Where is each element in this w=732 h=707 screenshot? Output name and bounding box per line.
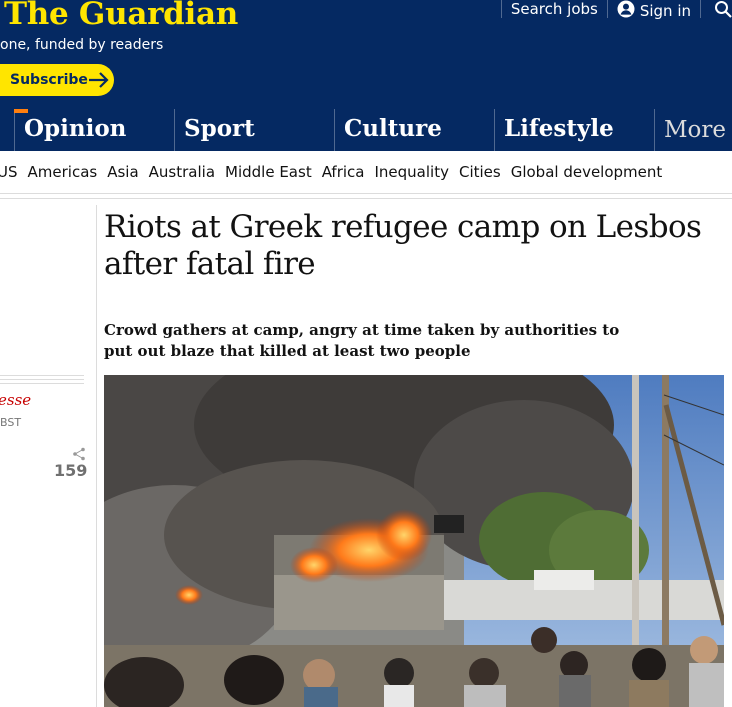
subscribe-label: Subscribe bbox=[10, 72, 88, 88]
search-jobs-link[interactable]: Search jobs bbox=[511, 0, 598, 18]
byline-author[interactable]: esse bbox=[0, 391, 31, 409]
sign-in-link[interactable]: Sign in bbox=[617, 0, 691, 22]
pillar-sport[interactable]: Sport bbox=[174, 109, 334, 151]
subnav: US Americas Asia Australia Middle East A… bbox=[0, 151, 732, 194]
article-headline: Riots at Greek refugee camp on Lesbos af… bbox=[104, 209, 702, 282]
timestamp: BST bbox=[0, 416, 22, 429]
top-links: Search jobs Sign in bbox=[492, 0, 732, 20]
divider bbox=[606, 0, 608, 18]
subnav-cities[interactable]: Cities bbox=[459, 163, 501, 181]
divider bbox=[0, 383, 84, 384]
subnav-global-development[interactable]: Global development bbox=[511, 163, 663, 181]
sign-in-label: Sign in bbox=[639, 2, 691, 20]
subnav-us[interactable]: US bbox=[0, 163, 18, 181]
subnav-australia[interactable]: Australia bbox=[149, 163, 215, 181]
article-standfirst: Crowd gathers at camp, angry at time tak… bbox=[104, 321, 620, 360]
pillar-lifestyle[interactable]: Lifestyle bbox=[494, 109, 654, 151]
subscribe-button[interactable]: Subscribe bbox=[0, 64, 114, 96]
search-jobs-label: Search jobs bbox=[510, 0, 598, 18]
account-icon bbox=[617, 0, 635, 22]
search-icon bbox=[714, 0, 732, 22]
divider bbox=[500, 0, 502, 18]
subnav-americas[interactable]: Americas bbox=[28, 163, 98, 181]
more-label: More bbox=[664, 117, 727, 143]
divider bbox=[700, 0, 701, 18]
article-main-image[interactable] bbox=[104, 375, 724, 707]
divider bbox=[0, 375, 84, 376]
share-count: 159 bbox=[54, 461, 88, 480]
search-button[interactable] bbox=[714, 0, 732, 22]
pillar-culture[interactable]: Culture bbox=[334, 109, 494, 151]
tagline: one, funded by readers bbox=[0, 37, 164, 53]
pillar-nav: Opinion Sport Culture Lifestyle More bbox=[0, 109, 732, 151]
masthead: The Guardian one, funded by readers Subs… bbox=[0, 0, 732, 109]
arrow-right-icon bbox=[88, 72, 110, 88]
divider bbox=[0, 379, 84, 380]
pillar-more[interactable]: More bbox=[654, 109, 732, 151]
pillar-opinion[interactable]: Opinion bbox=[14, 109, 174, 151]
subnav-middle-east[interactable]: Middle East bbox=[225, 163, 312, 181]
subnav-inequality[interactable]: Inequality bbox=[374, 163, 448, 181]
article-meta: esse BST 159 bbox=[0, 205, 97, 707]
divider bbox=[0, 198, 732, 199]
subnav-africa[interactable]: Africa bbox=[322, 163, 365, 181]
subnav-asia[interactable]: Asia bbox=[107, 163, 138, 181]
guardian-logo[interactable]: The Guardian bbox=[4, 0, 238, 32]
